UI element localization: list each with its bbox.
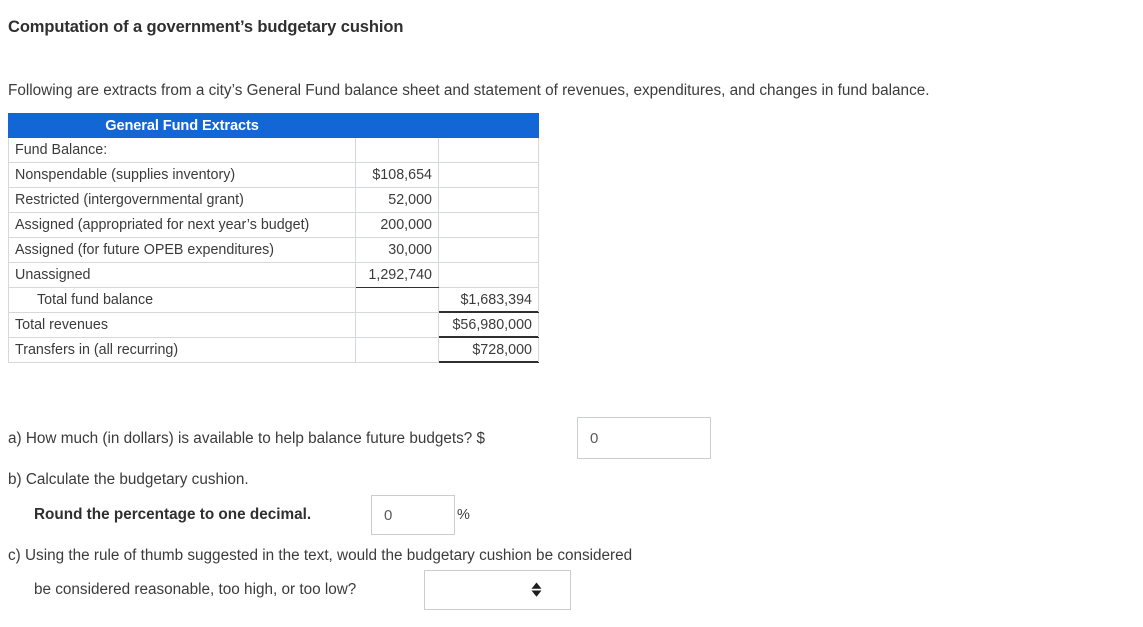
answer-input-a[interactable] (577, 417, 711, 459)
row-amount-col1 (355, 312, 439, 338)
table-row: Total revenues $56,980,000 (8, 312, 539, 338)
row-amount-col1 (355, 287, 439, 313)
page-title: Computation of a government’s budgetary … (8, 18, 404, 36)
answer-input-b-percentage[interactable] (371, 495, 455, 535)
table-row: Assigned (appropriated for next year’s b… (8, 212, 539, 238)
question-c-text-line2: be considered reasonable, too high, or t… (34, 581, 357, 598)
row-label: Transfers in (all recurring) (8, 337, 356, 363)
row-amount-col1: 30,000 (355, 237, 439, 263)
table-row: Nonspendable (supplies inventory) $108,6… (8, 162, 539, 188)
row-label: Total revenues (8, 312, 356, 338)
row-label: Assigned (appropriated for next year’s b… (8, 212, 356, 238)
table-row: Assigned (for future OPEB expenditures) … (8, 237, 539, 263)
row-amount-col2: $728,000 (438, 337, 539, 363)
row-amount-col1 (355, 137, 439, 163)
row-amount-col2 (438, 212, 539, 238)
row-amount-col2: $56,980,000 (438, 312, 539, 338)
table-row: Restricted (intergovernmental grant) 52,… (8, 187, 539, 213)
table-header-spacer-1 (355, 113, 439, 138)
row-amount-col1: 200,000 (355, 212, 439, 238)
row-amount-col2 (438, 262, 539, 288)
question-c-text-line1: c) Using the rule of thumb suggested in … (8, 547, 633, 564)
intro-paragraph: Following are extracts from a city’s Gen… (8, 82, 930, 99)
table-header-spacer-2 (438, 113, 539, 138)
row-amount-col2 (438, 237, 539, 263)
table-header-row: General Fund Extracts (8, 113, 539, 138)
answer-dropdown-c[interactable] (424, 570, 571, 610)
rounding-instruction: Round the percentage to one decimal. (34, 506, 312, 523)
table-row: Unassigned 1,292,740 (8, 262, 539, 288)
row-amount-col1 (355, 337, 439, 363)
table-row: Total fund balance $1,683,394 (8, 287, 539, 313)
row-label: Nonspendable (supplies inventory) (8, 162, 356, 188)
question-b-text: b) Calculate the budgetary cushion. (8, 471, 249, 488)
row-amount-col2 (438, 137, 539, 163)
row-amount-col2 (438, 162, 539, 188)
table-title-cell: General Fund Extracts (8, 113, 356, 138)
row-label: Total fund balance (8, 287, 356, 313)
general-fund-extracts-table: General Fund Extracts Fund Balance: Nons… (8, 113, 539, 363)
row-amount-col2: $1,683,394 (438, 287, 539, 313)
row-amount-col1: $108,654 (355, 162, 439, 188)
row-amount-col1: 52,000 (355, 187, 439, 213)
row-label: Fund Balance: (8, 137, 356, 163)
chevron-updown-icon (531, 582, 542, 598)
question-a-text: a) How much (in dollars) is available to… (8, 430, 486, 447)
row-amount-col2 (438, 187, 539, 213)
row-label: Restricted (intergovernmental grant) (8, 187, 356, 213)
row-label: Unassigned (8, 262, 356, 288)
row-label: Assigned (for future OPEB expenditures) (8, 237, 356, 263)
table-row: Fund Balance: (8, 137, 539, 163)
percent-sign-label: % (457, 507, 470, 523)
table-row: Transfers in (all recurring) $728,000 (8, 337, 539, 363)
row-amount-col1: 1,292,740 (355, 262, 439, 288)
